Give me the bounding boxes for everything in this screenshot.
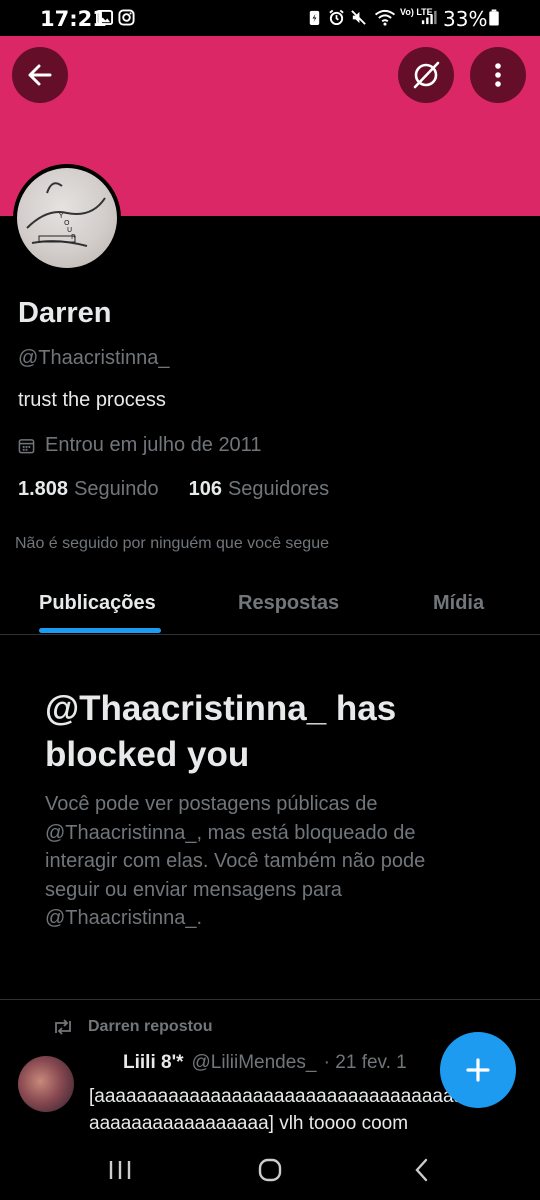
home-icon (258, 1158, 282, 1182)
signal-icon (421, 10, 437, 25)
joined-date: Entrou em julho de 2011 (18, 434, 261, 457)
recents-icon (109, 1161, 131, 1179)
post-author-name[interactable]: Liili 8'* (123, 1052, 183, 1073)
repost-indicator: Darren repostou (52, 1018, 212, 1036)
post-author-handle[interactable]: @LiliiMendes_ (191, 1052, 316, 1073)
calendar-icon (18, 439, 35, 454)
alarm-icon (329, 9, 344, 26)
arrow-left-icon (28, 64, 52, 86)
profile-name: Darren (18, 297, 112, 329)
tab-respostas[interactable]: Respostas (238, 592, 339, 615)
avatar-image: Y O U R (17, 168, 117, 268)
more-vertical-icon (495, 63, 501, 87)
back-nav-button[interactable] (402, 1154, 442, 1186)
tab-midia[interactable]: Mídia (433, 592, 484, 615)
followed-by-text: Não é seguido por ninguém que você segue (15, 535, 329, 552)
joined-text: Entrou em julho de 2011 (45, 434, 262, 456)
home-button[interactable] (250, 1154, 290, 1186)
mute-icon (351, 10, 366, 25)
following-count[interactable]: 1.808 (18, 478, 68, 501)
follow-stats: 1.808 Seguindo 106 Seguidores (18, 478, 329, 501)
tattoo-drawing: Y O U R (26, 182, 106, 247)
compose-button[interactable] (440, 1032, 516, 1108)
battery-saver-icon (309, 10, 320, 26)
profile-avatar[interactable]: Y O U R (13, 164, 121, 272)
profile-tabs: Publicações Respostas Mídia (0, 574, 540, 635)
profile-handle: @Thaacristinna_ (18, 347, 170, 369)
post-text-line-2: aaaaaaaaaaaaaaaaa] vlh toooo coom (89, 1113, 409, 1134)
post-date: · 21 fev. 1 (323, 1052, 407, 1073)
instagram-icon (118, 9, 135, 26)
followers-count[interactable]: 106 (189, 478, 222, 501)
grok-icon (413, 61, 440, 89)
repost-label: Darren repostou (88, 1018, 213, 1035)
followers-label[interactable]: Seguidores (228, 478, 329, 501)
tab-publicacoes[interactable]: Publicações (39, 592, 156, 615)
system-nav-bar (0, 1140, 540, 1200)
post-header: Liili 8'* @LiliiMendes_ · 21 fev. 1 (89, 1052, 407, 1074)
blocked-title: @Thaacristinna_ has blocked you (45, 689, 397, 774)
battery-icon (489, 9, 499, 26)
profile-bio: trust the process (18, 389, 166, 411)
repost-icon (55, 1019, 71, 1035)
post-author-avatar[interactable] (18, 1056, 74, 1112)
chevron-left-icon (415, 1158, 428, 1182)
plus-icon (466, 1058, 490, 1082)
more-options-button[interactable] (470, 47, 526, 103)
status-bar: 17:21 Vo) LTE 33% (0, 0, 540, 36)
battery-percent: 33% (443, 7, 488, 31)
wifi-icon (374, 9, 396, 26)
blocked-body: Você pode ver postagens públicas de @Tha… (45, 793, 426, 929)
divider (0, 999, 540, 1000)
grok-button[interactable] (398, 47, 454, 103)
active-tab-indicator (39, 628, 161, 633)
recents-button[interactable] (100, 1154, 140, 1186)
back-button[interactable] (12, 47, 68, 103)
gallery-icon (96, 9, 113, 26)
following-label[interactable]: Seguindo (74, 478, 159, 501)
